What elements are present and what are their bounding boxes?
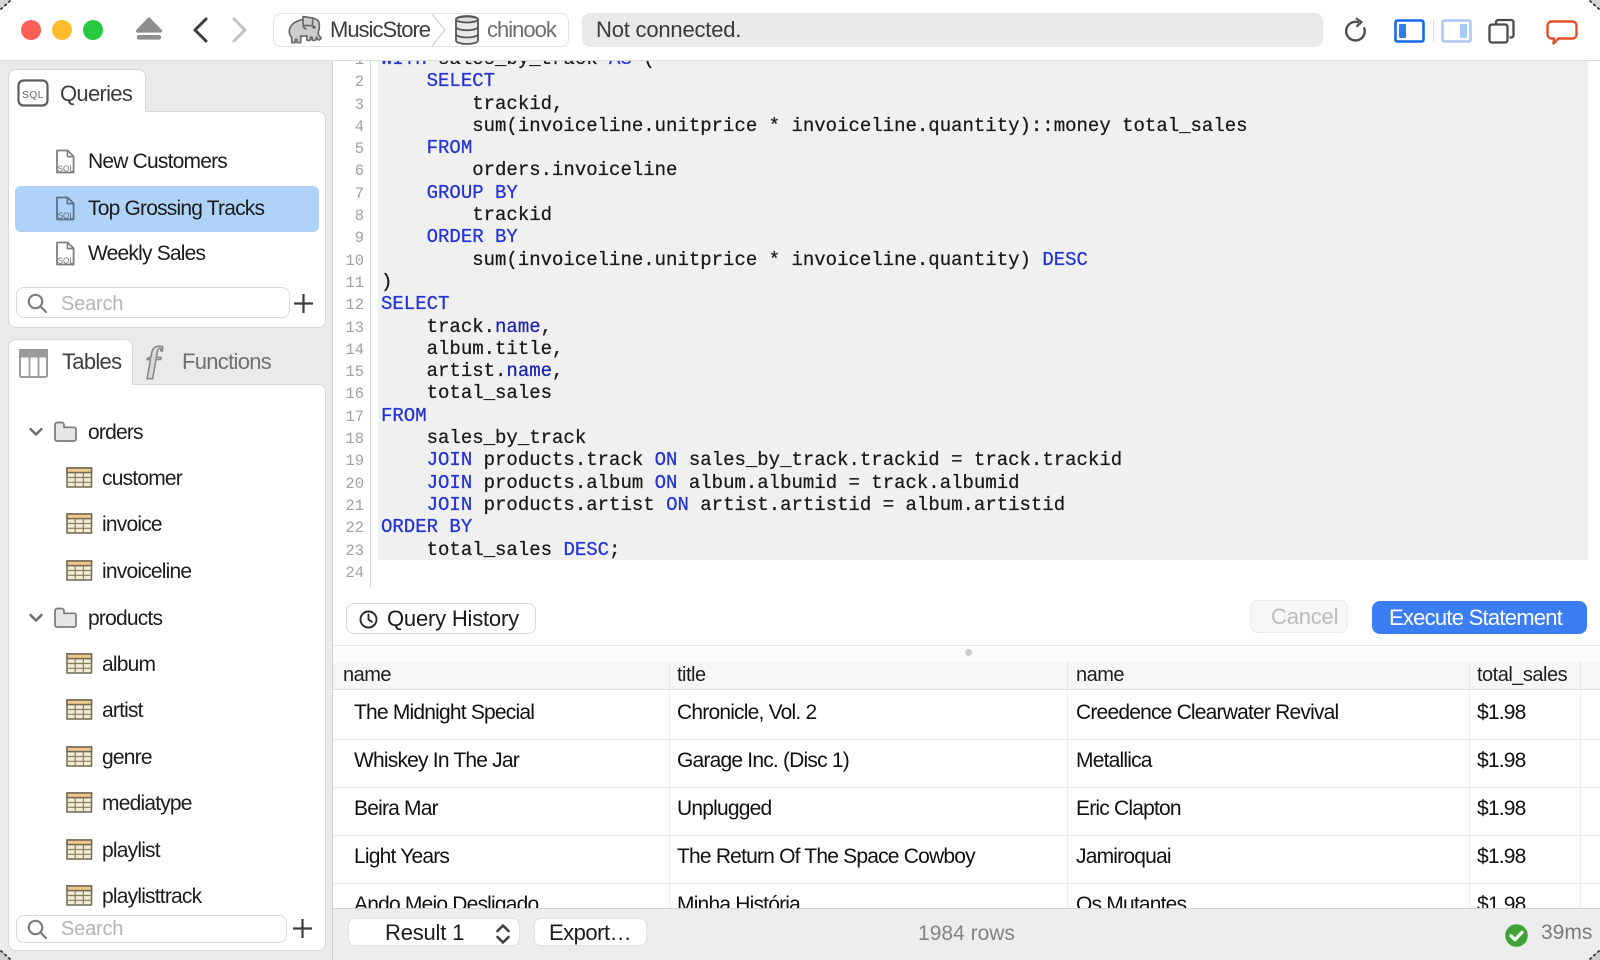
svg-text:SQL: SQL <box>22 90 44 101</box>
